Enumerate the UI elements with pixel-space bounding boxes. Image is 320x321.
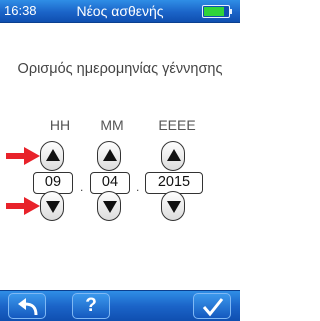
day-increment-button[interactable] <box>40 141 64 171</box>
triangle-down-icon <box>167 201 181 213</box>
month-header: ΜΜ <box>100 117 124 133</box>
top-bar: 16:38 Νέος ασθενής <box>0 0 240 23</box>
year-increment-button[interactable] <box>161 141 185 171</box>
triangle-up-icon <box>46 149 60 161</box>
battery-level <box>204 7 225 16</box>
page-heading: Ορισμός ημερομηνίας γέννησης <box>17 61 223 77</box>
help-icon: ? <box>85 295 97 316</box>
help-button[interactable]: ? <box>72 293 110 319</box>
battery-icon <box>202 5 232 18</box>
back-arrow-icon <box>18 298 38 316</box>
month-increment-button[interactable] <box>97 141 121 171</box>
day-decrement-button[interactable] <box>40 191 64 221</box>
bottom-bar: ? <box>0 290 240 321</box>
triangle-up-icon <box>103 149 117 161</box>
checkmark-icon <box>202 298 224 317</box>
triangle-down-icon <box>46 201 60 213</box>
date-separator: . <box>80 180 84 194</box>
day-header: ΗΗ <box>49 117 71 133</box>
highlight-arrow-icon <box>6 197 40 215</box>
triangle-up-icon <box>167 149 181 161</box>
date-separator: . <box>136 180 140 194</box>
year-header: ΕΕΕΕ <box>158 117 196 133</box>
triangle-down-icon <box>103 201 117 213</box>
month-decrement-button[interactable] <box>97 191 121 221</box>
confirm-button[interactable] <box>193 293 231 319</box>
back-button[interactable] <box>8 293 46 319</box>
year-decrement-button[interactable] <box>161 191 185 221</box>
highlight-arrow-icon <box>6 147 40 165</box>
